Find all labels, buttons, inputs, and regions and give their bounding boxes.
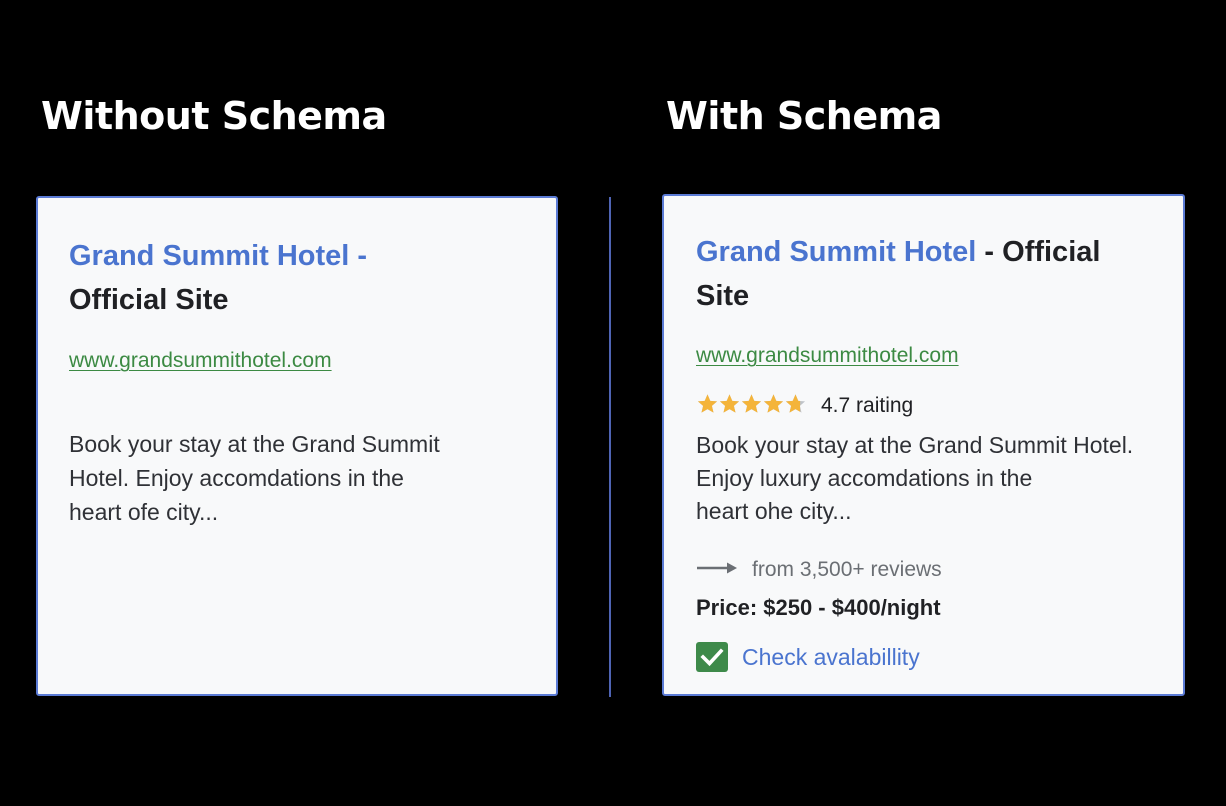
- result-description-line-3: heart ohe city...: [696, 498, 852, 524]
- price-range: Price: $250 - $400/night: [696, 595, 941, 620]
- result-title-suffix: - Official: [976, 236, 1101, 268]
- search-result-card-with-schema: Grand Summit Hotel - Official Site www.g…: [662, 194, 1185, 696]
- without-schema-heading: Without Schema: [41, 94, 387, 138]
- result-title: Grand Summit Hotel - Official: [696, 234, 1100, 270]
- star-icon: [719, 394, 740, 413]
- with-schema-heading: With Schema: [666, 94, 942, 138]
- result-title-suffix: Official Site: [69, 284, 229, 316]
- result-description-line-3: heart ofe city...: [69, 499, 219, 525]
- result-description-line-1: Book your stay at the Grand Summit Hotel…: [696, 432, 1134, 458]
- search-result-card-without-schema: Grand Summit Hotel - Official Site www.g…: [36, 196, 558, 696]
- result-description-line-2: Enjoy luxury accomdations in the: [696, 465, 1033, 491]
- reviews-count: from 3,500+ reviews: [752, 558, 942, 581]
- result-description-line-2: Hotel. Enjoy accomdations in the: [69, 465, 404, 491]
- rating-text: 4.7 raiting: [821, 394, 914, 417]
- star-icon: [697, 394, 718, 413]
- check-availability-link[interactable]: Check avalabillity: [742, 643, 920, 671]
- result-description-line-1: Book your stay at the Grand Summit: [69, 431, 440, 457]
- star-rating: [696, 393, 806, 415]
- result-title-link[interactable]: Grand Summit Hotel: [696, 236, 976, 268]
- star-icon: [741, 394, 762, 413]
- star-icon: [763, 394, 784, 413]
- star-icon: [785, 394, 806, 413]
- panel-divider: [609, 197, 611, 697]
- arrow-right-icon: [697, 562, 737, 574]
- result-title-suffix-line-2: Site: [696, 280, 750, 312]
- result-url-link[interactable]: www.grandsummithotel.com: [696, 343, 959, 369]
- result-url-link[interactable]: www.grandsummithotel.com: [69, 348, 332, 374]
- checkbox-checked-icon[interactable]: [696, 642, 728, 672]
- result-title-link[interactable]: Grand Summit Hotel -: [69, 238, 367, 274]
